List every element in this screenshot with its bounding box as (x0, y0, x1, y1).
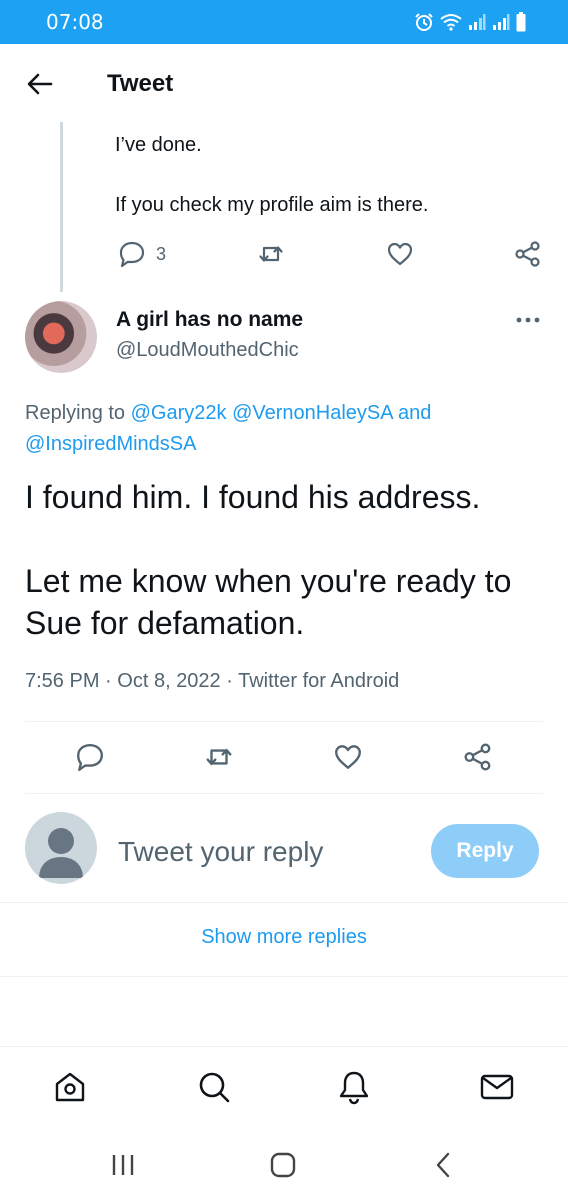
tweet-text: I found him. I found his address. (25, 479, 481, 515)
previous-tweet-actions: 3 (100, 234, 548, 274)
avatar[interactable] (25, 301, 97, 373)
status-bar: 07:08 (0, 0, 568, 44)
back-icon (436, 1152, 450, 1178)
signal-icon (493, 14, 510, 30)
alarm-icon (415, 13, 433, 31)
thread-line (60, 122, 63, 292)
search-icon (199, 1072, 230, 1103)
reply-icon (119, 241, 145, 268)
system-nav (0, 1130, 568, 1200)
notifications-icon (339, 1071, 369, 1105)
home-icon (55, 1072, 85, 1102)
reply-input[interactable] (118, 832, 418, 872)
reply-button[interactable]: Reply (431, 824, 539, 878)
wifi-icon (440, 14, 462, 31)
home-button-icon (270, 1152, 296, 1178)
tweet-text: Let me know when you're ready to Sue for… (25, 563, 512, 641)
page-title: Tweet (107, 70, 174, 97)
divider (0, 976, 568, 977)
status-icons (414, 9, 526, 35)
tweet-meta: 7:56 PM · Oct 8, 2022 · Twitter for Andr… (25, 670, 399, 693)
mention-link[interactable]: @InspiredMindsSA (25, 433, 196, 455)
recent-apps-button[interactable] (103, 1148, 143, 1182)
back-button-system[interactable] (423, 1148, 463, 1182)
more-icon (516, 317, 540, 323)
share-icon (515, 241, 540, 267)
nav-search[interactable] (194, 1067, 234, 1107)
user-handle[interactable]: @LoudMouthedChic (116, 339, 299, 362)
display-name[interactable]: A girl has no name (116, 308, 303, 332)
heart-icon (387, 242, 413, 266)
share-icon (464, 743, 491, 771)
tweet-actions (0, 736, 568, 782)
like-action[interactable] (386, 240, 414, 268)
divider (25, 721, 543, 722)
previous-tweet-text: I’ve done. (115, 134, 202, 156)
retweet-icon (206, 748, 232, 766)
mention-link[interactable]: @Gary22k (131, 402, 227, 424)
tweet-date[interactable]: Oct 8, 2022 (117, 670, 220, 692)
back-button[interactable] (24, 68, 56, 100)
mention-link[interactable]: @VernonHaleySA (232, 402, 392, 424)
battery-icon (516, 12, 526, 32)
replying-to-label: Replying to (25, 402, 126, 424)
retweet-icon (259, 246, 283, 262)
reply-action[interactable]: 3 (118, 240, 166, 268)
meta-separator: · (105, 670, 112, 692)
nav-home[interactable] (50, 1067, 90, 1107)
reply-action[interactable] (75, 742, 105, 772)
recent-apps-icon (112, 1155, 134, 1175)
signal-icon (469, 14, 486, 30)
reply-count: 3 (156, 243, 167, 264)
retweet-action[interactable] (257, 240, 285, 268)
meta-separator: · (226, 670, 233, 692)
status-time: 07:08 (46, 10, 104, 34)
messages-icon (480, 1074, 514, 1100)
show-more-replies-link[interactable]: Show more replies (0, 926, 568, 949)
bottom-nav (0, 1046, 568, 1130)
divider (25, 793, 543, 794)
default-avatar-icon (39, 828, 83, 878)
app-header: Tweet (0, 44, 568, 122)
replying-and[interactable]: and (398, 402, 431, 424)
replying-to: Replying to @Gary22k @VernonHaleySA and … (25, 398, 545, 460)
nav-notifications[interactable] (334, 1067, 374, 1107)
nav-messages[interactable] (477, 1067, 517, 1107)
heart-icon (335, 745, 361, 769)
previous-tweet-text: If you check my profile aim is there. (115, 194, 429, 216)
reply-icon (77, 744, 103, 772)
divider (0, 902, 568, 903)
share-action[interactable] (463, 742, 493, 772)
share-action[interactable] (514, 240, 542, 268)
my-avatar[interactable] (25, 812, 97, 884)
like-action[interactable] (333, 742, 363, 772)
tweet-source[interactable]: Twitter for Android (238, 670, 399, 692)
arrow-left-icon (27, 73, 53, 95)
home-button[interactable] (263, 1148, 303, 1182)
more-options-button[interactable] (512, 306, 544, 334)
tweet-time[interactable]: 7:56 PM (25, 670, 99, 692)
retweet-action[interactable] (204, 742, 234, 772)
